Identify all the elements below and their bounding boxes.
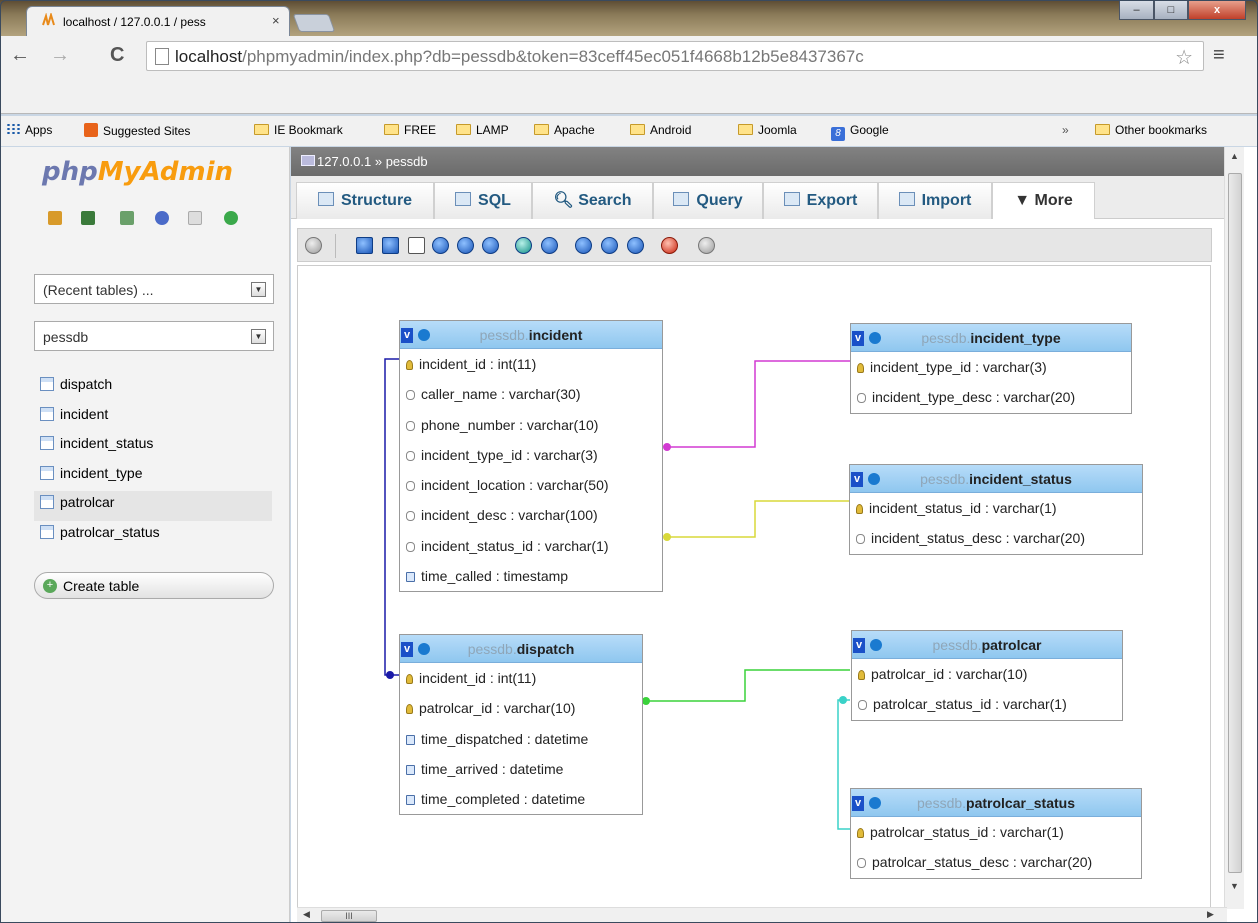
window-frame [0, 0, 1258, 923]
